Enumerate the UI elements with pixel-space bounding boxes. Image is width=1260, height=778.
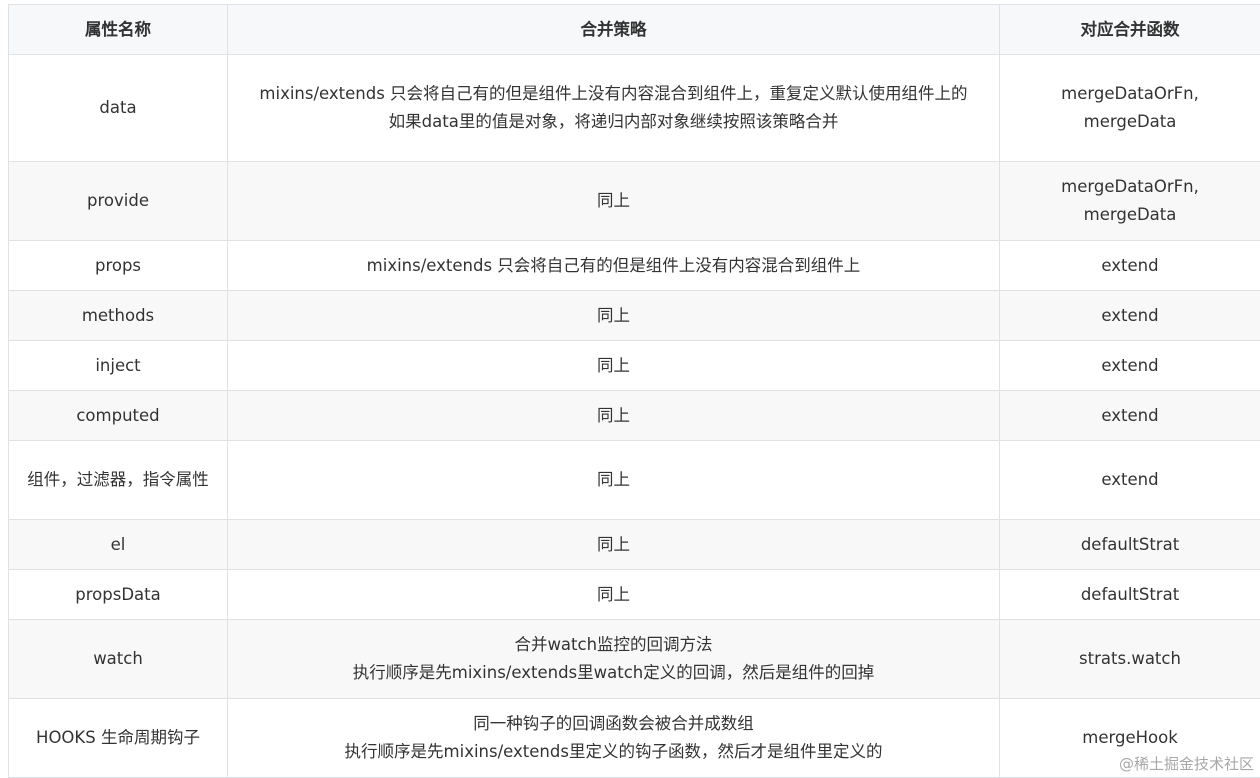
cell-merge-strategy: 同上 <box>228 291 1000 341</box>
cell-attribute-name: el <box>9 520 228 570</box>
table-row: props mixins/extends 只会将自己有的但是组件上没有内容混合到… <box>9 241 1260 291</box>
cell-attribute-name: data <box>9 55 228 162</box>
cell-attribute-name: inject <box>9 341 228 391</box>
table-row: data mixins/extends 只会将自己有的但是组件上没有内容混合到组… <box>9 55 1260 162</box>
cell-attribute-name: provide <box>9 162 228 241</box>
table-row: propsData 同上 defaultStrat <box>9 570 1260 620</box>
table-row: computed 同上 extend <box>9 391 1260 441</box>
cell-merge-function: extend <box>1000 291 1260 341</box>
cell-merge-function: extend <box>1000 241 1260 291</box>
function-line: mergeData <box>1010 201 1250 229</box>
cell-merge-function: mergeDataOrFn, mergeData <box>1000 55 1260 162</box>
cell-attribute-name: watch <box>9 620 228 699</box>
cell-merge-function: extend <box>1000 391 1260 441</box>
table-row: watch 合并watch监控的回调方法 执行顺序是先mixins/extend… <box>9 620 1260 699</box>
strategy-line: 执行顺序是先mixins/extends里watch定义的回调，然后是组件的回掉 <box>238 659 989 687</box>
table-row: el 同上 defaultStrat <box>9 520 1260 570</box>
cell-merge-function: defaultStrat <box>1000 570 1260 620</box>
table-row: methods 同上 extend <box>9 291 1260 341</box>
cell-merge-function: defaultStrat <box>1000 520 1260 570</box>
cell-attribute-name: 组件，过滤器，指令属性 <box>9 441 228 520</box>
strategy-line: 同一种钩子的回调函数会被合并成数组 <box>238 710 989 738</box>
cell-merge-strategy: 同上 <box>228 391 1000 441</box>
cell-attribute-name: methods <box>9 291 228 341</box>
cell-merge-strategy: 同上 <box>228 520 1000 570</box>
merge-strategy-table: 属性名称 合并策略 对应合并函数 data mixins/extends 只会将… <box>8 4 1260 778</box>
function-line: mergeDataOrFn, <box>1010 80 1250 108</box>
strategy-line: 合并watch监控的回调方法 <box>238 631 989 659</box>
strategy-line: 如果data里的值是对象，将递归内部对象继续按照该策略合并 <box>238 108 989 136</box>
cell-attribute-name: propsData <box>9 570 228 620</box>
cell-merge-function: mergeDataOrFn, mergeData <box>1000 162 1260 241</box>
cell-attribute-name: props <box>9 241 228 291</box>
cell-merge-strategy: 合并watch监控的回调方法 执行顺序是先mixins/extends里watc… <box>228 620 1000 699</box>
function-line: mergeDataOrFn, <box>1010 173 1250 201</box>
header-merge-function: 对应合并函数 <box>1000 5 1260 55</box>
merge-strategy-table-container: 属性名称 合并策略 对应合并函数 data mixins/extends 只会将… <box>8 4 1260 778</box>
table-row: provide 同上 mergeDataOrFn, mergeData <box>9 162 1260 241</box>
cell-merge-strategy: mixins/extends 只会将自己有的但是组件上没有内容混合到组件上，重复… <box>228 55 1000 162</box>
cell-merge-strategy: 同上 <box>228 341 1000 391</box>
cell-merge-strategy: 同上 <box>228 162 1000 241</box>
cell-merge-strategy: 同上 <box>228 570 1000 620</box>
header-merge-strategy: 合并策略 <box>228 5 1000 55</box>
table-row: 组件，过滤器，指令属性 同上 extend <box>9 441 1260 520</box>
function-line: mergeData <box>1010 108 1250 136</box>
table-header-row: 属性名称 合并策略 对应合并函数 <box>9 5 1260 55</box>
cell-merge-strategy: 同上 <box>228 441 1000 520</box>
cell-merge-strategy: mixins/extends 只会将自己有的但是组件上没有内容混合到组件上 <box>228 241 1000 291</box>
cell-merge-function: strats.watch <box>1000 620 1260 699</box>
strategy-line: 执行顺序是先mixins/extends里定义的钩子函数，然后才是组件里定义的 <box>238 738 989 766</box>
header-attribute-name: 属性名称 <box>9 5 228 55</box>
cell-attribute-name: HOOKS 生命周期钩子 <box>9 699 228 778</box>
cell-attribute-name: computed <box>9 391 228 441</box>
strategy-line: mixins/extends 只会将自己有的但是组件上没有内容混合到组件上，重复… <box>238 80 989 108</box>
table-row: inject 同上 extend <box>9 341 1260 391</box>
watermark-text: @稀土掘金技术社区 <box>1119 753 1254 774</box>
cell-merge-function: extend <box>1000 441 1260 520</box>
table-row: HOOKS 生命周期钩子 同一种钩子的回调函数会被合并成数组 执行顺序是先mix… <box>9 699 1260 778</box>
cell-merge-strategy: 同一种钩子的回调函数会被合并成数组 执行顺序是先mixins/extends里定… <box>228 699 1000 778</box>
cell-merge-function: extend <box>1000 341 1260 391</box>
